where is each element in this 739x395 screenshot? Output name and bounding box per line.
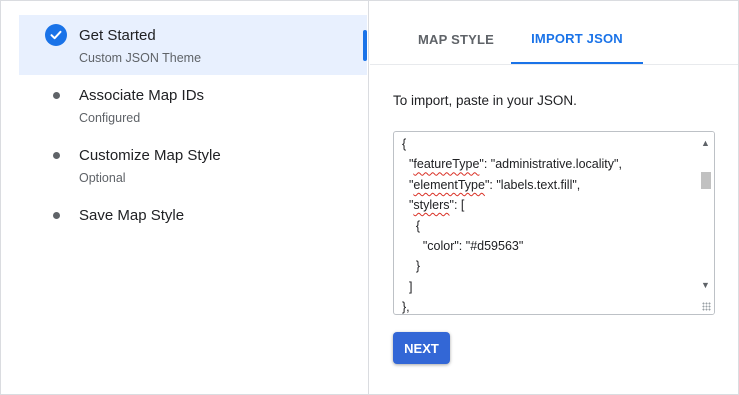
- step-subtitle: Configured: [79, 111, 141, 125]
- wizard-stepper: Get Started Custom JSON Theme Associate …: [1, 1, 369, 394]
- json-line: "elementType": "labels.text.fill",: [402, 177, 581, 192]
- json-line: {: [402, 218, 421, 233]
- bullet-icon: [52, 91, 60, 99]
- json-line: "stylers": [: [402, 198, 465, 213]
- step-marker: [45, 204, 67, 226]
- check-circle-icon: [45, 24, 67, 46]
- chevron-up-icon[interactable]: ▲: [700, 138, 711, 149]
- resize-grip-icon[interactable]: [702, 302, 711, 311]
- step-title: Associate Map IDs: [79, 87, 205, 104]
- next-button[interactable]: NEXT: [393, 332, 450, 364]
- step-title: Get Started: [79, 27, 156, 44]
- step-customize-map-style[interactable]: Customize Map Style Optional: [19, 135, 367, 195]
- json-line: "color": "#d59563": [402, 238, 524, 253]
- bullet-icon: [52, 211, 60, 219]
- step-title: Customize Map Style: [79, 147, 221, 164]
- step-get-started[interactable]: Get Started Custom JSON Theme: [19, 15, 367, 75]
- step-subtitle: Optional: [79, 171, 126, 185]
- json-line: ]: [402, 279, 413, 294]
- step-marker: [45, 24, 67, 46]
- vertical-scrollbar[interactable]: ▲ ▼: [697, 132, 714, 314]
- spellcheck-word: stylers: [413, 198, 450, 213]
- spellcheck-word: featureType: [413, 157, 480, 172]
- json-content[interactable]: { "featureType": "administrative.localit…: [394, 134, 694, 315]
- step-marker: [45, 84, 67, 106]
- json-textarea[interactable]: { "featureType": "administrative.localit…: [393, 131, 715, 315]
- import-instruction: To import, paste in your JSON.: [393, 93, 577, 108]
- step-title: Save Map Style: [79, 207, 185, 224]
- step-subtitle: Custom JSON Theme: [79, 51, 202, 65]
- json-line: {: [402, 137, 407, 151]
- json-line: "featureType": "administrative.locality"…: [402, 157, 622, 172]
- step-associate-map-ids[interactable]: Associate Map IDs Configured: [19, 75, 367, 135]
- spellcheck-word: elementType: [413, 177, 485, 192]
- chevron-down-icon[interactable]: ▼: [700, 280, 711, 291]
- tab-map-style[interactable]: MAP STYLE: [390, 15, 522, 64]
- json-line: },: [402, 300, 410, 315]
- tab-import-json[interactable]: IMPORT JSON: [511, 15, 643, 64]
- step-save-map-style[interactable]: Save Map Style: [19, 195, 367, 255]
- active-step-indicator: [363, 30, 367, 61]
- tab-bar: MAP STYLE IMPORT JSON: [370, 15, 738, 65]
- bullet-icon: [52, 151, 60, 159]
- style-wizard: Get Started Custom JSON Theme Associate …: [0, 0, 739, 395]
- scroll-thumb[interactable]: [701, 172, 711, 189]
- step-marker: [45, 144, 67, 166]
- json-line: }: [402, 259, 421, 274]
